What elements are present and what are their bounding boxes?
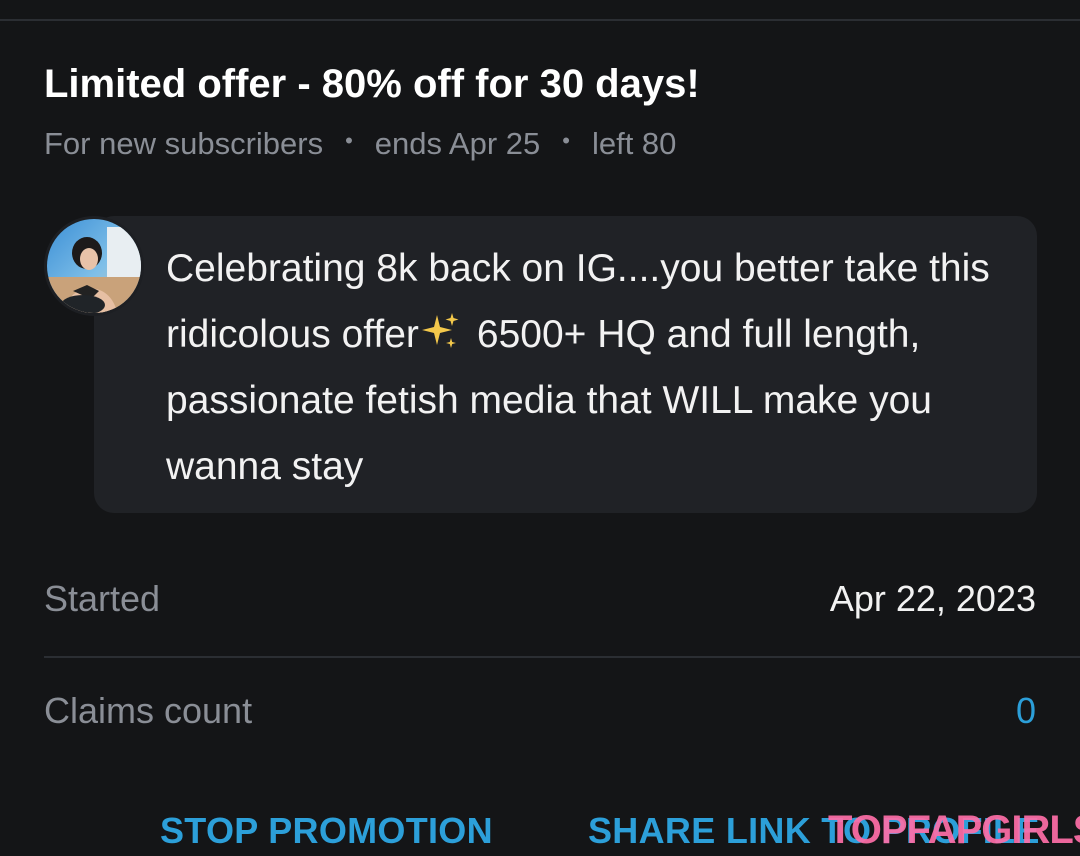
offer-remaining: left 80 bbox=[591, 126, 677, 161]
meta-separator: • bbox=[345, 128, 353, 153]
claims-row: Claims count 0 bbox=[44, 690, 1036, 732]
started-value: Apr 22, 2023 bbox=[829, 578, 1036, 619]
details-divider bbox=[44, 656, 1080, 658]
offer-end-date: ends Apr 25 bbox=[374, 126, 541, 161]
avatar[interactable] bbox=[44, 216, 144, 316]
promotion-detail-screen: Limited offer - 80% off for 30 days! For… bbox=[0, 0, 1080, 856]
claims-label: Claims count bbox=[44, 690, 253, 731]
started-row: Started Apr 22, 2023 bbox=[44, 578, 1036, 620]
promotion-message-text: Celebrating 8k back on IG....you better … bbox=[166, 236, 1016, 500]
watermark-logo: TOPFAPGIRLS bbox=[828, 808, 1080, 852]
avatar-image bbox=[47, 219, 141, 313]
meta-separator: • bbox=[562, 128, 570, 153]
offer-meta: For new subscribers • ends Apr 25 • left… bbox=[44, 126, 676, 162]
top-divider bbox=[0, 19, 1080, 21]
claims-count-link[interactable]: 0 bbox=[1016, 690, 1036, 732]
sparkles-icon bbox=[419, 308, 461, 350]
offer-title: Limited offer - 80% off for 30 days! bbox=[44, 62, 700, 106]
offer-audience: For new subscribers bbox=[44, 126, 324, 161]
stop-promotion-button[interactable]: STOP PROMOTION bbox=[160, 810, 493, 852]
started-label: Started bbox=[44, 578, 161, 619]
